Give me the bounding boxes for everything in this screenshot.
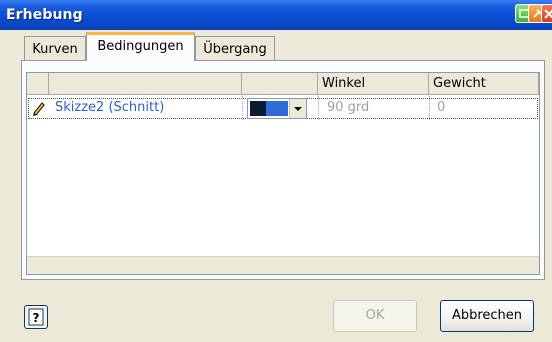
horizontal-scrollbar[interactable] [27, 256, 539, 274]
ok-button[interactable]: OK [333, 300, 417, 332]
conditions-grid: Winkel Gewicht Skizze2 (Schnitt) 90 grd … [26, 72, 540, 275]
title-bar[interactable]: Erhebung [0, 0, 552, 30]
angle-value[interactable]: 90 grd [327, 100, 369, 115]
table-row[interactable]: Skizze2 (Schnitt) 90 grd 0 [27, 95, 539, 121]
help-icon: ? [28, 308, 44, 326]
sketch-name[interactable]: Skizze2 (Schnitt) [55, 100, 164, 115]
tab-bedingungen[interactable]: Bedingungen [86, 32, 195, 61]
tab-bedingungen-label: Bedingungen [97, 39, 184, 54]
column-header-gewicht-label: Gewicht [433, 76, 486, 91]
condition-dropdown[interactable] [247, 98, 307, 119]
ok-button-label: OK [365, 308, 385, 323]
column-header-name[interactable] [49, 73, 242, 95]
cell-divider [318, 96, 319, 120]
chevron-down-icon[interactable] [289, 99, 306, 118]
column-header-gewicht[interactable]: Gewicht [429, 73, 539, 95]
close-button[interactable] [541, 4, 552, 23]
column-header-winkel-label: Winkel [322, 76, 366, 91]
tab-kurven-label: Kurven [32, 42, 78, 57]
tab-panel: Winkel Gewicht Skizze2 (Schnitt) 90 grd … [21, 60, 545, 280]
column-header-winkel[interactable]: Winkel [318, 73, 429, 95]
pencil-icon [33, 102, 45, 116]
cell-divider [429, 96, 430, 120]
cell-divider [242, 96, 243, 120]
condition-swatch-dark [250, 101, 266, 116]
weight-value[interactable]: 0 [437, 100, 445, 115]
help-button[interactable]: ? [24, 305, 48, 329]
window-title: Erhebung [6, 7, 83, 23]
tab-uebergang-label: Übergang [203, 42, 267, 57]
svg-text:?: ? [33, 311, 40, 325]
cancel-button[interactable]: Abbrechen [440, 300, 534, 332]
condition-swatch [250, 101, 288, 116]
cancel-button-label: Abbrechen [451, 308, 523, 323]
close-icon [544, 9, 552, 19]
tab-uebergang[interactable]: Übergang [195, 36, 275, 60]
column-header-condition[interactable] [242, 73, 318, 95]
dialog-window: Erhebung Kurven Bedingungen Übergang Win… [0, 0, 552, 342]
tab-kurven[interactable]: Kurven [24, 36, 86, 60]
column-header-select[interactable] [27, 73, 49, 95]
